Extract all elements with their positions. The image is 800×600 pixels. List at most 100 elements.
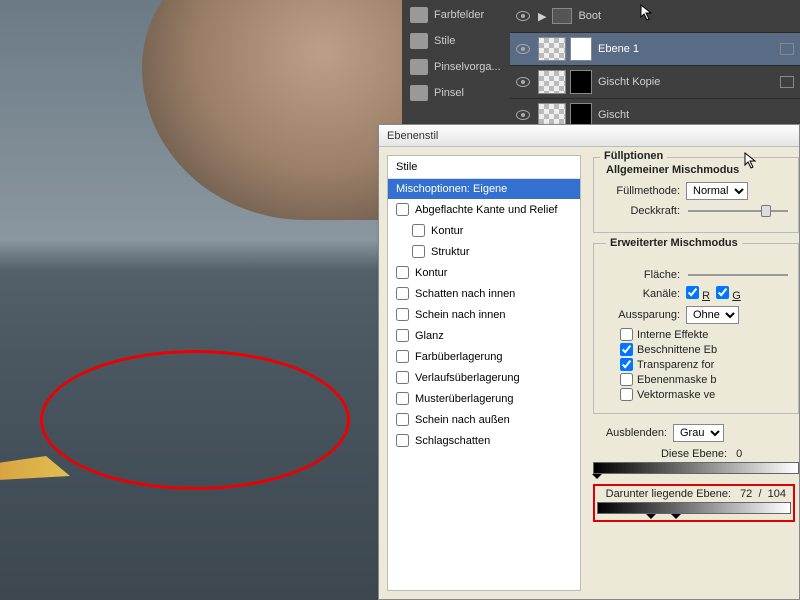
style-option[interactable]: Struktur <box>388 241 580 262</box>
slider-handle-high[interactable] <box>671 514 681 524</box>
under-sep: / <box>758 488 761 500</box>
style-option[interactable]: Schatten nach innen <box>388 283 580 304</box>
style-label: Verlaufsüberlagerung <box>415 372 520 384</box>
channel-r[interactable]: R <box>686 286 710 302</box>
style-checkbox[interactable] <box>412 245 425 258</box>
style-checkbox[interactable] <box>396 413 409 426</box>
channel-g[interactable]: G <box>716 286 741 302</box>
checkbox[interactable] <box>620 388 633 401</box>
style-option[interactable]: Farbüberlagerung <box>388 346 580 367</box>
style-checkbox[interactable] <box>396 287 409 300</box>
this-layer-low: 0 <box>736 448 742 460</box>
style-option[interactable]: Schlagschatten <box>388 430 580 451</box>
cursor-icon <box>744 152 758 170</box>
fill-opacity-slider[interactable] <box>688 268 792 282</box>
visibility-icon[interactable] <box>516 110 530 120</box>
style-label: Farbüberlagerung <box>415 351 502 363</box>
style-option[interactable]: Kontur <box>388 262 580 283</box>
style-option[interactable]: Verlaufsüberlagerung <box>388 367 580 388</box>
brush-presets-icon <box>410 59 428 75</box>
style-option[interactable]: Schein nach außen <box>388 409 580 430</box>
check-label: Ebenenmaske b <box>637 374 717 386</box>
adv-check[interactable]: Transparenz for <box>620 358 792 371</box>
opacity-slider[interactable] <box>688 204 792 218</box>
checkbox[interactable] <box>620 328 633 341</box>
layer-row[interactable]: ▶ Boot <box>510 0 800 33</box>
blend-if-section: Ausblenden: Grau Diese Ebene: 0 Darunter… <box>593 424 799 522</box>
style-label: Kontur <box>431 225 463 237</box>
this-layer-label: Diese Ebene: <box>593 448 733 460</box>
style-label: Struktur <box>431 246 470 258</box>
style-option[interactable]: Glanz <box>388 325 580 346</box>
style-label: Schlagschatten <box>415 435 490 447</box>
panel-label: Stile <box>434 35 455 47</box>
style-option[interactable]: Musterüberlagerung <box>388 388 580 409</box>
style-checkbox[interactable] <box>396 371 409 384</box>
check-label: Beschnittene Eb <box>637 344 717 356</box>
layer-thumb <box>538 70 566 94</box>
style-checkbox[interactable] <box>396 203 409 216</box>
styles-header: Stile <box>388 156 580 179</box>
this-layer-gradient[interactable] <box>593 462 799 474</box>
slider-handle-black[interactable] <box>592 474 602 484</box>
dialog-title: Ebenenstil <box>387 130 438 142</box>
folder-toggle-icon[interactable]: ▶ <box>538 10 546 23</box>
dialog-titlebar[interactable]: Ebenenstil <box>379 125 799 147</box>
visibility-icon[interactable] <box>516 11 530 21</box>
slider-handle-low[interactable] <box>646 514 656 524</box>
style-option[interactable]: Abgeflachte Kante und Relief <box>388 199 580 220</box>
style-label: Schein nach innen <box>415 309 506 321</box>
panel-styles[interactable]: Stile <box>402 28 510 54</box>
advanced-blend-group: Erweiterter Mischmodus Fläche: Kanäle: R… <box>593 243 799 414</box>
checkbox[interactable] <box>620 343 633 356</box>
adv-check[interactable]: Beschnittene Eb <box>620 343 792 356</box>
under-layer-gradient[interactable] <box>597 502 791 514</box>
adv-check[interactable]: Ebenenmaske b <box>620 373 792 386</box>
blendif-mode-label: Ausblenden: <box>593 427 673 439</box>
style-checkbox[interactable] <box>396 266 409 279</box>
group-title: Füllptionen <box>600 150 667 162</box>
style-checkbox[interactable] <box>396 308 409 321</box>
style-checkbox[interactable] <box>396 350 409 363</box>
layer-name: Boot <box>578 10 601 22</box>
layer-row[interactable]: Ebene 1 <box>510 33 800 66</box>
folder-icon <box>552 8 572 24</box>
under-layer-label: Darunter liegende Ebene: <box>597 488 737 500</box>
under-low: 72 <box>740 488 752 500</box>
style-option[interactable]: Schein nach innen <box>388 304 580 325</box>
checkbox[interactable] <box>620 373 633 386</box>
layers-panel: ▶ Boot Ebene 1 Gischt Kopie Gischt <box>510 0 800 130</box>
style-checkbox[interactable] <box>396 392 409 405</box>
fx-icon[interactable] <box>780 43 794 55</box>
style-label: Schatten nach innen <box>415 288 515 300</box>
options-area: Füllptionen Allgemeiner Mischmodus Füllm… <box>581 147 799 599</box>
style-checkbox[interactable] <box>396 329 409 342</box>
style-label: Musterüberlagerung <box>415 393 513 405</box>
visibility-icon[interactable] <box>516 77 530 87</box>
panel-brush[interactable]: Pinsel <box>402 80 510 106</box>
blend-mode-select[interactable]: Normal <box>686 182 748 200</box>
panel-swatches[interactable]: Farbfelder <box>402 2 510 28</box>
swatches-icon <box>410 7 428 23</box>
blendif-mode-select[interactable]: Grau <box>673 424 724 442</box>
check-label: Transparenz for <box>637 359 714 371</box>
layer-row[interactable]: Gischt Kopie <box>510 66 800 99</box>
style-checkbox[interactable] <box>412 224 425 237</box>
knockout-select[interactable]: Ohne <box>686 306 739 324</box>
adv-check[interactable]: Vektormaske ve <box>620 388 792 401</box>
style-option[interactable]: Kontur <box>388 220 580 241</box>
layer-name: Gischt Kopie <box>598 76 660 88</box>
layer-style-dialog: Ebenenstil Stile Mischoptionen: EigeneAb… <box>378 124 800 600</box>
panel-brush-presets[interactable]: Pinselvorga... <box>402 54 510 80</box>
layer-mask <box>570 70 592 94</box>
style-checkbox[interactable] <box>396 434 409 447</box>
layer-thumb <box>538 37 566 61</box>
panel-tabs: Farbfelder Stile Pinselvorga... Pinsel <box>402 0 510 130</box>
fx-icon[interactable] <box>780 76 794 88</box>
adv-check[interactable]: Interne Effekte <box>620 328 792 341</box>
checkbox[interactable] <box>620 358 633 371</box>
layer-name: Gischt <box>598 109 629 121</box>
group-title: Erweiterter Mischmodus <box>606 237 742 249</box>
visibility-icon[interactable] <box>516 44 530 54</box>
style-option[interactable]: Mischoptionen: Eigene <box>388 179 580 199</box>
